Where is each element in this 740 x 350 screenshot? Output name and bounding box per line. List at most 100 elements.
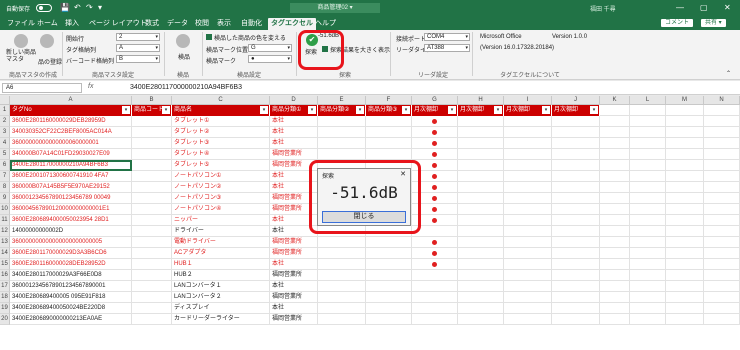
cell[interactable] [504,138,552,149]
cell[interactable] [704,149,740,160]
cell[interactable] [318,259,366,270]
column-header-h[interactable]: H [458,96,504,105]
row-header[interactable]: 3 [0,127,10,138]
cell[interactable] [366,248,412,259]
product-name-cell[interactable]: ACアダプタ [172,248,270,259]
row-header[interactable]: 20 [0,314,10,325]
cell[interactable] [458,303,504,314]
cell[interactable] [318,248,366,259]
cell[interactable] [600,314,630,325]
category-cell[interactable]: 本社 [270,182,318,193]
user-name[interactable]: 福田 千尋 [590,4,616,13]
cell[interactable] [458,127,504,138]
cell[interactable] [666,105,704,116]
row-header[interactable]: 12 [0,226,10,237]
cell[interactable] [552,182,600,193]
filter-dropdown-icon[interactable]: ▾ [356,106,364,114]
cell[interactable] [666,314,704,325]
product-name-cell[interactable]: タブレット② [172,127,270,138]
cell[interactable] [552,248,600,259]
cell[interactable] [552,204,600,215]
cell[interactable] [600,171,630,182]
cell[interactable] [704,248,740,259]
tag-no-cell[interactable]: 360001234567890123456789 00049 [10,193,132,204]
product-name-cell[interactable]: カードリーダーライター [172,314,270,325]
cell[interactable] [132,149,172,160]
tag-col-select[interactable]: A ▾ [116,44,160,52]
cell[interactable] [600,127,630,138]
product-name-cell[interactable]: ノートパソコン② [172,182,270,193]
cell[interactable] [666,215,704,226]
cell[interactable] [704,160,740,171]
cell[interactable] [600,237,630,248]
cell[interactable] [366,259,412,270]
tab-view[interactable]: 表示 [214,18,234,30]
cell[interactable] [132,160,172,171]
customize-icon[interactable]: ▾ [98,3,102,12]
cell[interactable] [552,171,600,182]
cell[interactable] [704,314,740,325]
cell[interactable] [458,237,504,248]
category-cell[interactable]: 本社 [270,281,318,292]
new-master-button[interactable]: 新しい商品マスタ [6,50,36,64]
cell[interactable] [458,204,504,215]
cell[interactable] [630,105,666,116]
cell[interactable] [552,314,600,325]
cell[interactable] [132,303,172,314]
comment-button[interactable]: コメント [660,18,695,28]
cell[interactable] [630,193,666,204]
row-header[interactable]: 11 [0,215,10,226]
row-header[interactable]: 7 [0,171,10,182]
inspect-icon[interactable] [176,34,190,48]
cell[interactable] [600,204,630,215]
table-header-cell[interactable]: 月次棚卸 ▾ [552,105,600,116]
cell[interactable] [666,138,704,149]
product-name-cell[interactable]: ノートパソコン① [172,171,270,182]
column-header-g[interactable]: G [412,96,458,105]
product-name-cell[interactable]: タブレット③ [172,138,270,149]
column-header-n[interactable]: N [704,96,740,105]
cell[interactable] [132,127,172,138]
column-header-c[interactable]: C [172,96,270,105]
cell[interactable] [366,314,412,325]
product-name-cell[interactable]: ノートパソコン④ [172,204,270,215]
column-header-e[interactable]: E [318,96,366,105]
cell[interactable] [552,116,600,127]
cell[interactable] [132,281,172,292]
cell[interactable] [630,182,666,193]
cell[interactable] [552,303,600,314]
port-select[interactable]: COM4 ▾ [424,33,470,41]
tab-file[interactable]: ファイル [4,18,38,30]
tab-insert[interactable]: 挿入 [62,18,82,30]
category-cell[interactable]: 本社 [270,259,318,270]
column-header-b[interactable]: B [132,96,172,105]
category-cell[interactable]: 本社 [270,138,318,149]
cell[interactable] [318,303,366,314]
row-header[interactable]: 6 [0,160,10,171]
mark-select[interactable]: ● ▾ [248,55,292,63]
row-header[interactable]: 17 [0,281,10,292]
tag-no-cell[interactable]: 3600012345678901234567890001 [10,281,132,292]
cell[interactable] [630,160,666,171]
tag-no-cell[interactable]: 360004567890120000000000001E1 [10,204,132,215]
cell[interactable] [600,226,630,237]
filter-dropdown-icon[interactable]: ▾ [162,106,170,114]
cell[interactable] [458,171,504,182]
cell[interactable] [458,314,504,325]
cell[interactable] [552,259,600,270]
cell[interactable] [504,248,552,259]
table-header-cell[interactable]: 商品分類① ▾ [270,105,318,116]
cell[interactable] [318,281,366,292]
cell[interactable] [666,116,704,127]
cell[interactable] [704,281,740,292]
cell[interactable] [132,138,172,149]
reader-type-select[interactable]: AT388 ▾ [424,44,470,52]
cell[interactable] [412,292,458,303]
table-header-cell[interactable]: 商品分類② ▾ [318,105,366,116]
cell[interactable] [600,105,630,116]
filter-dropdown-icon[interactable]: ▾ [448,106,456,114]
cell[interactable] [600,259,630,270]
tab-data[interactable]: データ [164,18,191,30]
cell[interactable] [458,182,504,193]
tag-no-cell[interactable]: 3600E2801160000029DEB28959D [10,116,132,127]
